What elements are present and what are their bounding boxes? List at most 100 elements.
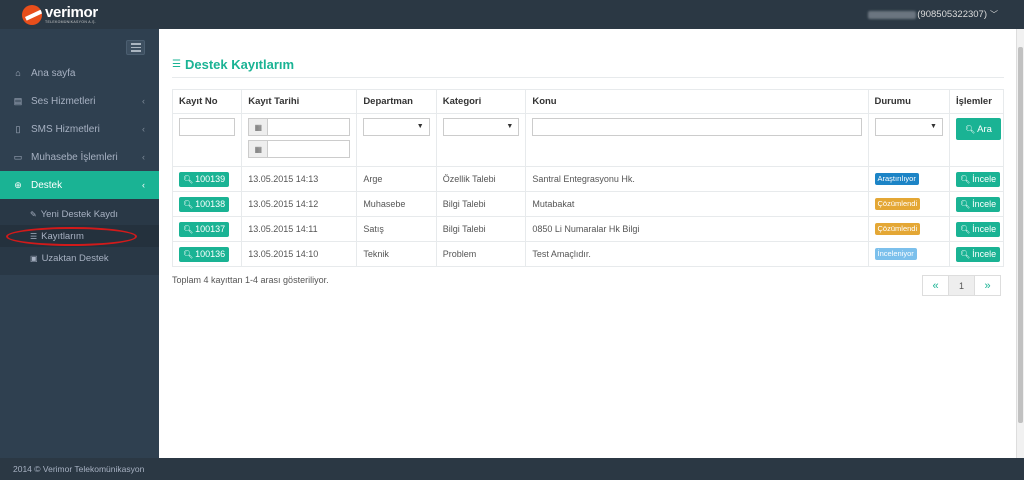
column-header[interactable]: Kategori xyxy=(435,89,527,114)
destek-submenu: ✎ Yeni Destek Kaydı ☰ Kayıtlarım ▣ Uzakt… xyxy=(0,199,159,275)
top-bar: verimor TELEKOMÜNİKASYON A.Ş. (908505322… xyxy=(0,0,1024,29)
logo[interactable]: verimor TELEKOMÜNİKASYON A.Ş. xyxy=(22,3,98,27)
footer: 2014 © Verimor Telekomünikasyon xyxy=(0,458,1024,480)
date-to-filter-input[interactable] xyxy=(268,140,351,158)
logo-subtext: TELEKOMÜNİKASYON A.Ş. xyxy=(45,20,97,25)
department-filter-select[interactable]: ▼ xyxy=(363,118,430,136)
briefcase-icon: ▣ xyxy=(30,253,38,263)
chevron-left-icon: ‹ xyxy=(142,124,145,134)
edit-icon: ✎ xyxy=(30,209,37,219)
calendar-icon[interactable]: ▦ xyxy=(248,118,269,136)
calendar-icon[interactable]: ▦ xyxy=(248,140,269,158)
search-icon: 🔍︎ xyxy=(183,174,194,184)
category-filter-select[interactable]: ▼ xyxy=(442,118,520,136)
view-button-label: İncele xyxy=(972,199,997,209)
status-badge: Araştırılıyor xyxy=(874,173,919,185)
caret-down-icon: ▼ xyxy=(506,123,514,130)
table-summary: Toplam 4 kayıttan 1-4 arası gösteriliyor… xyxy=(172,275,329,285)
record-category: Problem xyxy=(435,241,527,267)
chevron-down-icon: ﹀ xyxy=(990,10,998,19)
record-department: Teknik xyxy=(356,241,437,267)
sidebar-subitem-uzaktan-destek[interactable]: ▣ Uzaktan Destek xyxy=(0,247,159,269)
sidebar-subitem-kayitlarim[interactable]: ☰ Kayıtlarım xyxy=(0,225,159,247)
redacted-username xyxy=(868,10,917,19)
record-no-filter-input[interactable] xyxy=(179,118,236,136)
pagination: « 1 » xyxy=(922,275,1001,296)
view-button[interactable]: 🔍︎ İncele xyxy=(955,196,1001,212)
record-id: 100136 xyxy=(195,249,226,259)
search-icon: 🔍︎ xyxy=(183,249,194,259)
column-header[interactable]: Kayıt No xyxy=(171,89,243,114)
scrollbar-thumb[interactable] xyxy=(1018,47,1023,423)
column-header[interactable]: Durumu xyxy=(867,89,950,114)
view-button-label: İncele xyxy=(972,224,997,234)
sidebar-item-ses-hizmetleri[interactable]: ▤ Ses Hizmetleri ‹ xyxy=(0,87,159,115)
caret-down-icon: ▼ xyxy=(930,123,937,130)
search-button[interactable]: 🔍︎ Ara xyxy=(955,118,1001,140)
pagination-next-button[interactable]: » xyxy=(974,275,1001,296)
view-button-label: İncele xyxy=(972,249,997,259)
column-header[interactable]: Kayıt Tarihi xyxy=(241,89,358,114)
caret-down-icon: ▼ xyxy=(416,123,424,130)
menu-toggle-button[interactable] xyxy=(126,40,145,55)
user-phone: (908505322307) xyxy=(917,9,987,20)
sidebar-item-label: Ses Hizmetleri xyxy=(31,95,96,107)
sidebar: ⌂ Ana sayfa ▤ Ses Hizmetleri ‹ ▯ SMS Hiz… xyxy=(0,29,159,458)
column-header[interactable]: Departman xyxy=(356,89,437,114)
status-badge: Çözümlendi xyxy=(874,223,921,235)
sidebar-subitem-yeni-destek[interactable]: ✎ Yeni Destek Kaydı xyxy=(0,203,159,225)
record-id-button[interactable]: 🔍︎ 100136 xyxy=(179,246,230,262)
status-filter-select[interactable]: ▼ xyxy=(874,118,943,136)
logo-mark-icon xyxy=(22,5,42,25)
sidebar-item-sms-hizmetleri[interactable]: ▯ SMS Hizmetleri ‹ xyxy=(0,115,159,143)
record-category: Özellik Talebi xyxy=(435,166,527,192)
sidebar-item-destek[interactable]: ⊕ Destek ‹ xyxy=(0,171,159,199)
table-row: 🔍︎ 100138 13.05.2015 14:12 Muhasebe Bilgi… xyxy=(171,191,1005,217)
column-header[interactable]: Konu xyxy=(525,89,869,114)
record-subject: 0850 Li Numaralar Hk Bilgi xyxy=(525,216,869,242)
chevron-left-icon: ‹ xyxy=(142,180,145,190)
record-date: 13.05.2015 14:12 xyxy=(241,191,358,217)
sidebar-item-muhasebe[interactable]: ▭ Muhasebe İşlemleri ‹ xyxy=(0,143,159,171)
page-title: Destek Kayıtlarım xyxy=(184,56,295,72)
record-id: 100139 xyxy=(195,174,226,184)
record-id-button[interactable]: 🔍︎ 100137 xyxy=(179,221,230,237)
subject-filter-input[interactable] xyxy=(532,118,862,136)
logo-text: verimor xyxy=(45,4,98,22)
pagination-prev-button[interactable]: « xyxy=(922,275,949,296)
user-menu[interactable]: (908505322307) ﹀ xyxy=(868,9,998,20)
sidebar-nav: ⌂ Ana sayfa ▤ Ses Hizmetleri ‹ ▯ SMS Hiz… xyxy=(0,59,159,275)
home-icon: ⌂ xyxy=(15,68,21,78)
search-icon: 🔍︎ xyxy=(959,249,971,259)
records-table: Kayıt No Kayıt Tarihi Departman Kategori… xyxy=(171,89,1005,267)
record-id-button[interactable]: 🔍︎ 100138 xyxy=(179,196,230,212)
table-header-row: Kayıt No Kayıt Tarihi Departman Kategori… xyxy=(171,89,1005,114)
sidebar-item-label: Muhasebe İşlemleri xyxy=(31,151,118,163)
record-subject: Test Amaçlıdır. xyxy=(525,241,869,267)
mobile-icon: ▯ xyxy=(15,123,21,134)
search-button-label: Ara xyxy=(977,123,992,135)
search-icon: 🔍︎ xyxy=(183,224,194,234)
footer-copyright: 2014 © Verimor Telekomünikasyon xyxy=(13,464,145,474)
date-from-filter-input[interactable] xyxy=(268,118,351,136)
view-button[interactable]: 🔍︎ İncele xyxy=(955,221,1001,237)
table-row: 🔍︎ 100136 13.05.2015 14:10 Teknik Problem… xyxy=(171,241,1005,267)
view-button[interactable]: 🔍︎ İncele xyxy=(955,171,1001,187)
status-badge: Çözümlendi xyxy=(874,198,921,210)
table-row: 🔍︎ 100137 13.05.2015 14:11 Satış Bilgi Ta… xyxy=(171,216,1005,242)
record-department: Satış xyxy=(356,216,437,242)
search-icon: 🔍︎ xyxy=(183,199,194,209)
sidebar-item-ana-sayfa[interactable]: ⌂ Ana sayfa xyxy=(0,59,159,87)
pagination-page-button[interactable]: 1 xyxy=(948,275,975,296)
chevron-left-icon: ‹ xyxy=(142,96,145,106)
record-id-button[interactable]: 🔍︎ 100139 xyxy=(179,171,230,187)
list-icon: ☰ xyxy=(172,58,181,70)
vertical-scrollbar[interactable] xyxy=(1016,29,1024,458)
record-department: Muhasebe xyxy=(356,191,437,217)
sidebar-item-label: SMS Hizmetleri xyxy=(31,123,100,135)
filter-row: ▦ ▦ ▼ ▼ ▼ 🔍︎ Ara xyxy=(171,113,1005,167)
table-row: 🔍︎ 100139 13.05.2015 14:13 Arge Özellik T… xyxy=(171,166,1005,192)
record-id: 100137 xyxy=(195,224,226,234)
view-button[interactable]: 🔍︎ İncele xyxy=(955,246,1001,262)
status-badge: İnceleniyor xyxy=(874,248,917,260)
